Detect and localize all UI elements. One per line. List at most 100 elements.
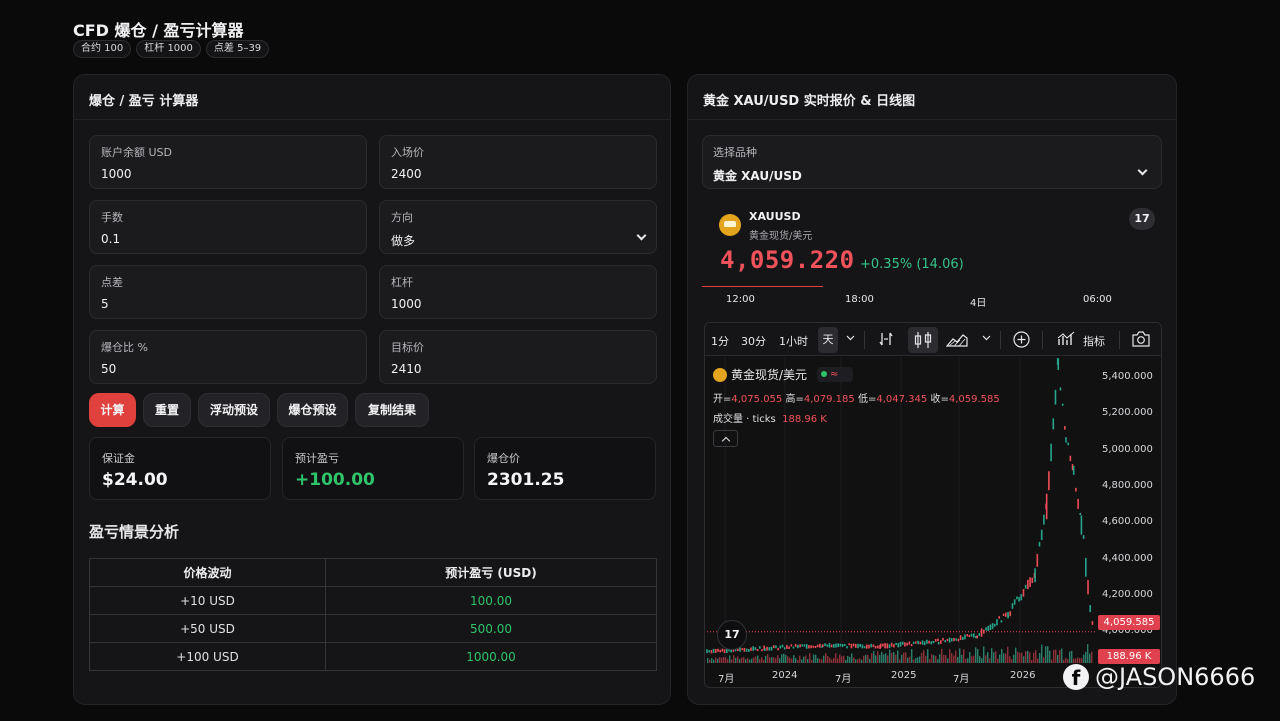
volume-bar (715, 657, 717, 663)
volume-bar (1007, 646, 1009, 663)
symbol-select-value[interactable]: 黄金 XAU/USD (713, 167, 1151, 184)
direction-label: 方向 (391, 211, 413, 224)
volume-bar (981, 658, 983, 663)
pnl-result: 预计盈亏 +100.00 (282, 437, 464, 500)
volume-bar (1085, 651, 1087, 663)
volume-bar (885, 653, 887, 663)
balance-input[interactable]: 1000 (101, 167, 356, 181)
direction-select[interactable]: 方向 做多 (379, 200, 657, 254)
volume-label: 成交量 · ticks (713, 414, 776, 425)
volume-bar (749, 659, 751, 663)
volume-bar (1019, 652, 1021, 663)
margin-value: $24.00 (102, 470, 168, 490)
liq-ratio-field[interactable]: 爆仓比 % 50 (89, 330, 367, 384)
entry-price-input[interactable]: 2400 (391, 167, 646, 181)
symbol-select[interactable]: 选择品种 黄金 XAU/USD (702, 135, 1162, 189)
volume-bar (803, 656, 805, 663)
volume-bar (973, 655, 975, 663)
copy-result-button[interactable]: 复制结果 (355, 393, 429, 427)
volume-bar (877, 650, 879, 663)
volume-bar (901, 654, 903, 663)
volume-bar (825, 653, 827, 663)
volume-bar (995, 651, 997, 663)
price-change-cell: +10 USD (89, 586, 326, 615)
x-tick-label: 2024 (772, 670, 798, 681)
float-preset-button[interactable]: 浮动预设 (198, 393, 270, 427)
volume-bar (935, 655, 937, 663)
volume-bar (1001, 648, 1003, 663)
y-tick-label: 5,400.000 (1102, 371, 1153, 382)
price-change: +0.35% (14.06) (860, 257, 964, 272)
spread-input[interactable]: 5 (101, 297, 356, 311)
volume-bar (1051, 659, 1053, 663)
volume-bar (707, 658, 709, 663)
lots-input[interactable]: 0.1 (101, 232, 356, 246)
daily-chart[interactable]: 1分 30分 1小时 天 指标 黄金现货/美元 ≈ 开=4,075.055 高=… (704, 322, 1162, 688)
volume-bar (767, 654, 769, 663)
volume-bar (899, 659, 901, 663)
volume-bar (867, 654, 869, 663)
gold-bar-icon (713, 367, 727, 382)
volume-bar (731, 659, 733, 663)
volume-bar (939, 654, 941, 663)
direction-value[interactable]: 做多 (391, 232, 646, 249)
volume-bar (1017, 651, 1019, 663)
volume-bar (793, 655, 795, 663)
entry-price-field[interactable]: 入场价 2400 (379, 135, 657, 189)
status-dot-icon (821, 371, 828, 377)
badge-contract: 合约 100 (73, 40, 132, 58)
tradingview-logo-icon[interactable]: 17 (1129, 208, 1155, 230)
volume-bar (719, 657, 721, 663)
balance-field[interactable]: 账户余额 USD 1000 (89, 135, 367, 189)
volume-bar (1031, 659, 1033, 663)
leverage-input[interactable]: 1000 (391, 297, 646, 311)
volume-bar (837, 658, 839, 663)
volume-bar (991, 648, 993, 663)
volume-bar (967, 658, 969, 663)
volume-bar (817, 658, 819, 663)
volume-bar (945, 655, 947, 663)
spread-field[interactable]: 点差 5 (89, 265, 367, 319)
volume-bar (897, 650, 899, 663)
lots-field[interactable]: 手数 0.1 (89, 200, 367, 254)
x-tick-label: 2025 (891, 670, 917, 681)
open-value: 4,075.055 (731, 394, 783, 405)
volume-bar (797, 659, 799, 663)
collapse-legend-button[interactable] (713, 430, 738, 447)
liq-preset-button[interactable]: 爆仓预设 (277, 393, 348, 427)
volume-bar (813, 654, 815, 663)
volume-bar (1033, 652, 1035, 663)
x-tick-label: 7月 (953, 674, 970, 685)
volume-bar (725, 657, 727, 663)
volume-bar (1069, 651, 1071, 663)
tradingview-logo-icon[interactable]: 17 (717, 620, 747, 650)
volume-bar (823, 655, 825, 663)
target-price-field[interactable]: 目标价 2410 (379, 330, 657, 384)
volume-bar (743, 657, 745, 663)
reset-button[interactable]: 重置 (143, 393, 191, 427)
volume-bar (713, 659, 715, 663)
volume-bar (741, 657, 743, 663)
volume-bar (787, 656, 789, 663)
volume-bar (895, 654, 897, 663)
volume-bar (729, 655, 731, 663)
volume-bar (893, 651, 895, 663)
volume-bar (949, 649, 951, 663)
target-price-input[interactable]: 2410 (391, 362, 646, 376)
table-row: +100 USD 1000.00 (89, 642, 657, 671)
volume-bar (733, 655, 735, 663)
market-status-badge[interactable]: ≈ (817, 367, 854, 382)
liq-ratio-input[interactable]: 50 (101, 362, 356, 376)
symbol-ticker[interactable]: XAUUSD (749, 210, 801, 223)
volume-bar (887, 655, 889, 663)
volume-bar (1039, 653, 1041, 663)
quote-panel: 黄金 XAU/USD 实时报价 & 日线图 选择品种 黄金 XAU/USD XA… (687, 74, 1177, 705)
volume-bar (809, 653, 811, 663)
liq-ratio-label: 爆仓比 % (101, 341, 148, 354)
volume-bar (717, 658, 719, 663)
volume-bar (921, 652, 923, 663)
y-tick-label: 5,200.000 (1102, 407, 1153, 418)
leverage-field[interactable]: 杠杆 1000 (379, 265, 657, 319)
calculate-button[interactable]: 计算 (89, 393, 136, 427)
volume-bar (805, 655, 807, 663)
